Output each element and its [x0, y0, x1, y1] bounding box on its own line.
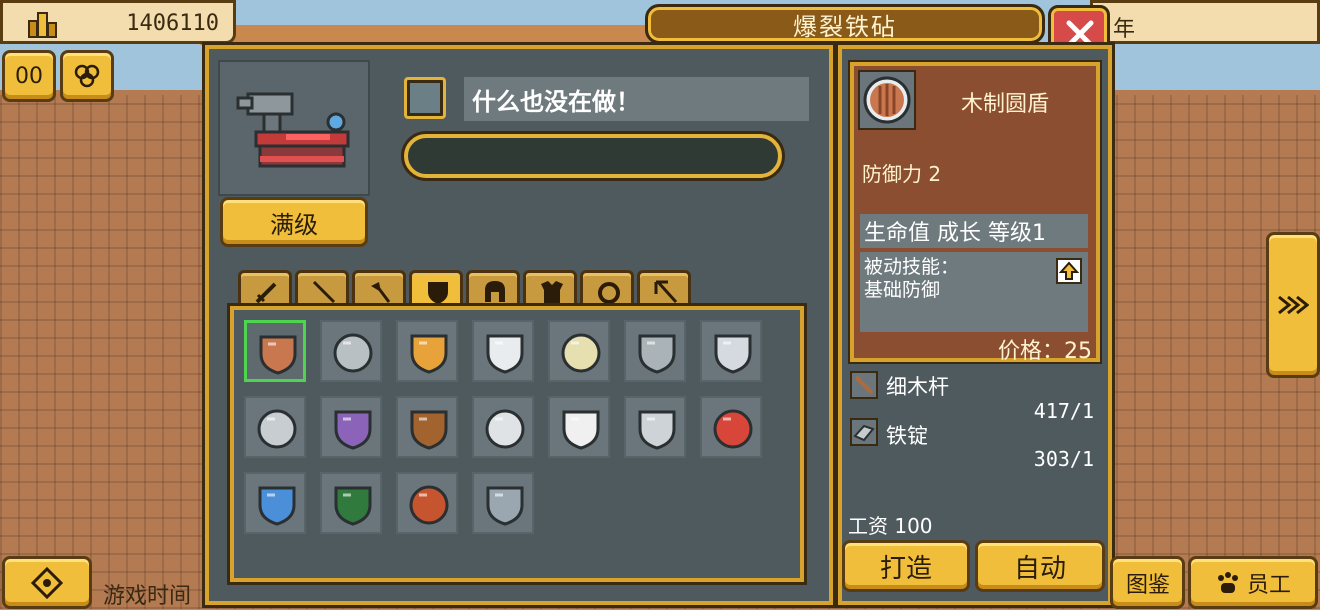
tower-shield-icon	[257, 409, 297, 449]
shield-slot-spiked-buckler[interactable]	[624, 320, 686, 382]
tab-ring[interactable]	[580, 270, 634, 308]
window-title: 爆裂铁砧	[645, 4, 1045, 44]
shield-slot-lion-shield[interactable]	[700, 396, 762, 458]
map-icon	[74, 64, 100, 88]
shield-slot-tower-shield[interactable]	[244, 396, 306, 458]
date-label: 年	[1113, 17, 1136, 42]
steel-half-shield-icon	[714, 334, 752, 374]
helmet-icon	[485, 281, 505, 302]
money-value: 1406110	[126, 11, 219, 36]
tab-axe[interactable]	[352, 270, 406, 308]
item-defense: 防御力 2	[862, 162, 942, 186]
shield-slot-heraldic-shield[interactable]	[396, 320, 458, 382]
staff-label: 员工	[1246, 572, 1291, 598]
auto-craft-button[interactable]: 自动	[975, 540, 1105, 592]
wooden-round-shield-icon	[863, 76, 911, 124]
shield-slot-ruby-tower-shield[interactable]	[396, 472, 458, 534]
passive-skill-title: 被动技能：	[864, 256, 960, 278]
lion-shield-icon	[713, 409, 753, 449]
ring-icon	[598, 282, 620, 304]
shield-slot-wooden-round-shield[interactable]	[244, 320, 306, 382]
selected-item-icon	[858, 70, 916, 130]
cross-shield-icon	[562, 410, 600, 450]
passive-skill-box: 被动技能： 基础防御	[860, 252, 1088, 332]
iron-ingot-icon	[850, 418, 878, 446]
shield-slot-winged-shield[interactable]	[624, 396, 686, 458]
bow-icon	[654, 280, 678, 304]
shield-slot-cross-emblem-shield[interactable]	[472, 472, 534, 534]
money-bar: 1406110	[0, 0, 236, 44]
winged-shield-icon	[638, 410, 676, 450]
sapphire-shield-icon	[258, 486, 296, 526]
heraldic-shield-icon	[410, 334, 448, 374]
shield-slot-gold-trim-shield[interactable]	[548, 320, 610, 382]
passive-skill-name: 基础防御	[864, 279, 941, 301]
bronze-spiked-shield-icon	[410, 410, 448, 450]
anvil-icon	[236, 92, 350, 168]
shield-slot-sapphire-shield[interactable]	[244, 472, 306, 534]
level-button[interactable]: 满级	[220, 197, 368, 247]
item-name: 木制圆盾	[960, 92, 1049, 117]
material-count-1: 303/1	[1033, 447, 1094, 471]
tab-sword[interactable]	[238, 270, 292, 308]
game-time-label: 游戏时间	[103, 584, 192, 609]
tab-spear[interactable]	[295, 270, 349, 308]
tab-helmet[interactable]	[466, 270, 520, 308]
shield-icon	[428, 282, 448, 304]
tab-armor[interactable]	[523, 270, 577, 308]
paw-icon	[1217, 571, 1238, 593]
status-text: 什么也没在做！	[464, 77, 809, 121]
cross-emblem-shield-icon	[486, 486, 524, 526]
move-button[interactable]	[2, 556, 92, 609]
status-checkbox[interactable]	[404, 77, 446, 119]
dragon-shield-icon	[334, 486, 372, 526]
map-button[interactable]	[60, 50, 114, 102]
iron-round-shield-icon	[333, 333, 373, 373]
white-kite-shield-icon	[486, 334, 524, 374]
shield-slot-steel-half-shield[interactable]	[700, 320, 762, 382]
wooden-round-shield-icon	[259, 335, 297, 375]
shield-slot-cross-shield[interactable]	[548, 396, 610, 458]
codex-button[interactable]: 图鉴	[1110, 556, 1185, 609]
material-count-0: 417/1	[1033, 399, 1094, 423]
gold-trim-shield-icon	[561, 333, 601, 373]
pause-button[interactable]: 00	[2, 50, 56, 102]
next-panel-button[interactable]	[1266, 232, 1320, 378]
building-roof	[200, 25, 660, 45]
date-bar: 年	[1090, 0, 1320, 44]
material-name-1: 铁锭	[886, 424, 928, 448]
item-price: 价格：25	[998, 339, 1092, 364]
ruby-tower-shield-icon	[409, 485, 449, 525]
silver-ornate-shield-icon	[485, 409, 525, 449]
spear-icon	[312, 280, 336, 304]
wooden-stick-icon	[850, 371, 878, 399]
armor-icon	[541, 281, 563, 303]
shield-slot-silver-ornate-shield[interactable]	[472, 396, 534, 458]
tab-shield[interactable]	[409, 270, 463, 310]
shield-slot-iron-round-shield[interactable]	[320, 320, 382, 382]
shield-slot-dragon-shield[interactable]	[320, 472, 382, 534]
tab-bow[interactable]	[637, 270, 691, 308]
material-name-0: 细木杆	[886, 375, 949, 399]
fast-forward-icon	[1278, 295, 1309, 315]
upgrade-arrow-icon[interactable]	[1056, 258, 1082, 284]
anvil-preview	[218, 60, 370, 196]
sword-icon	[255, 282, 277, 304]
craft-button[interactable]: 打造	[842, 540, 970, 592]
shield-slot-bronze-spiked-shield[interactable]	[396, 396, 458, 458]
axe-icon	[371, 282, 391, 303]
dpad-icon	[30, 566, 64, 599]
craft-progress-bar	[404, 134, 782, 178]
spiked-buckler-icon	[638, 334, 676, 374]
shield-slot-white-kite-shield[interactable]	[472, 320, 534, 382]
stat-growth-row: 生命值 成长 等级1	[860, 214, 1088, 248]
building-icon	[28, 12, 57, 38]
shield-slot-purple-round-shield[interactable]	[320, 396, 382, 458]
purple-round-shield-icon	[334, 410, 372, 450]
staff-button[interactable]: 员工	[1188, 556, 1318, 609]
worker-wage: 工资 100	[848, 514, 933, 538]
